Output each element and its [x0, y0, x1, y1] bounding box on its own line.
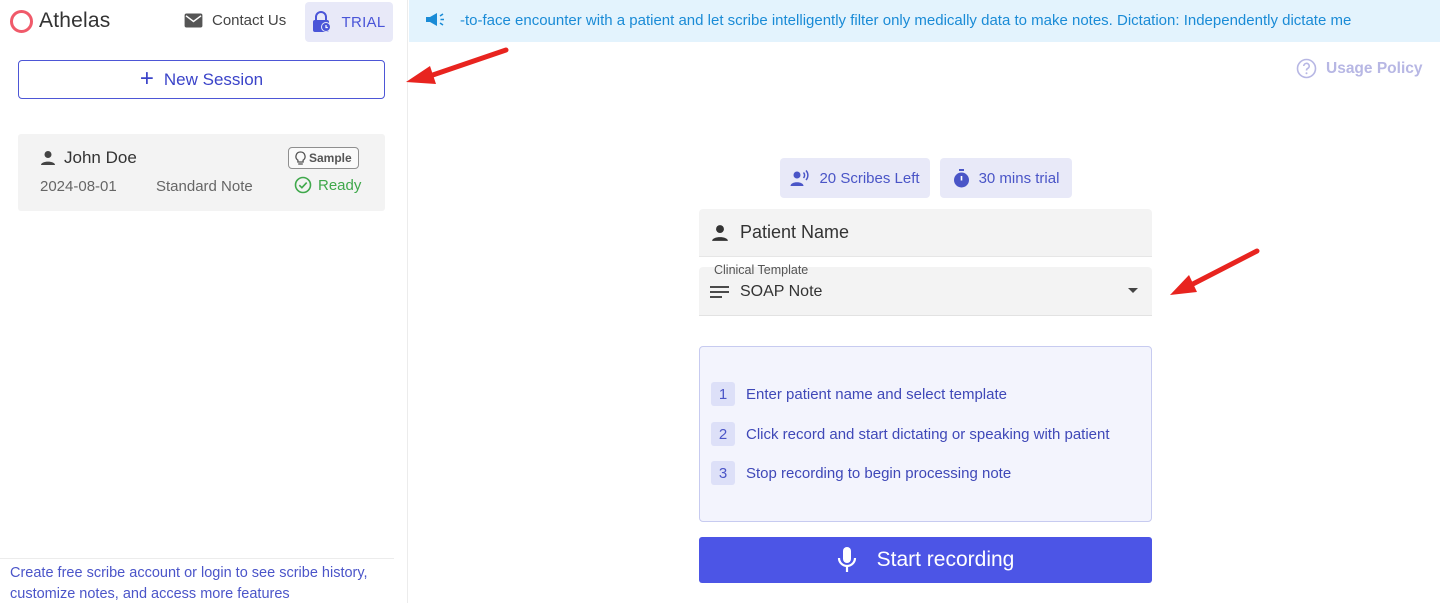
brand-name: Athelas [39, 9, 111, 32]
clinical-template-value-row: SOAP Note [710, 283, 822, 301]
sidebar: Athelas Contact Us TRIAL + New Session J… [0, 0, 408, 603]
megaphone-icon [426, 13, 444, 26]
banner-text: -to-face encounter with a patient and le… [460, 12, 1352, 29]
start-recording-label: Start recording [876, 548, 1015, 571]
trial-time-label: 30 mins trial [978, 169, 1060, 187]
session-status-label: Ready [318, 176, 362, 194]
instruction-step: 1 Enter patient name and select template [711, 382, 1007, 406]
new-session-button[interactable]: + New Session [18, 60, 385, 99]
footer-line-1: Create free scribe account or login to s… [10, 565, 368, 581]
start-recording-button[interactable]: Start recording [699, 537, 1152, 583]
brand-logo[interactable]: Athelas [10, 9, 110, 33]
plus-icon: + [139, 64, 154, 92]
clinical-template-value: SOAP Note [740, 283, 823, 300]
scribes-left-chip: 20 Scribes Left [780, 158, 930, 198]
announcement-banner: -to-face encounter with a patient and le… [409, 0, 1440, 42]
stopwatch-icon [953, 168, 969, 187]
step-number: 2 [711, 422, 735, 446]
athelas-logo-icon [10, 9, 33, 33]
chevron-down-icon[interactable] [1128, 288, 1138, 293]
sample-badge-label: Sample [309, 151, 352, 165]
scribes-left-label: 20 Scribes Left [819, 169, 920, 187]
sample-badge: Sample [288, 147, 359, 169]
clinical-template-select[interactable]: Clinical Template SOAP Note [699, 263, 1152, 316]
lightbulb-icon [295, 150, 306, 165]
session-patient-name: John Doe [64, 148, 137, 167]
instruction-step: 2 Click record and start dictating or sp… [711, 422, 1110, 446]
session-card[interactable]: John Doe Sample 2024-08-01 Standard Note… [18, 134, 385, 211]
patient-name-input[interactable] [740, 222, 1120, 243]
contact-us-link[interactable]: Contact Us [184, 12, 286, 29]
voice-person-icon [790, 169, 809, 186]
instruction-step: 3 Stop recording to begin processing not… [711, 461, 1011, 485]
annotation-arrow-icon [406, 47, 509, 84]
mail-icon [184, 13, 203, 28]
trial-time-chip: 30 mins trial [940, 158, 1072, 198]
person-icon [712, 224, 728, 241]
step-text: Click record and start dictating or spea… [746, 425, 1110, 443]
trial-label: TRIAL [341, 13, 386, 31]
session-date: 2024-08-01 [40, 178, 117, 195]
step-text: Stop recording to begin processing note [746, 464, 1012, 482]
patient-name-field[interactable] [699, 209, 1152, 257]
trial-badge[interactable]: TRIAL [305, 2, 393, 42]
annotation-arrow-icon [1170, 248, 1260, 295]
help-circle-icon [1296, 58, 1317, 79]
usage-policy-label: Usage Policy [1326, 59, 1423, 77]
microphone-icon [837, 547, 856, 572]
session-note-type: Standard Note [156, 178, 253, 195]
sidebar-footer-note[interactable]: Create free scribe account or login to s… [0, 558, 394, 603]
contact-us-label: Contact Us [212, 12, 287, 29]
clinical-template-label: Clinical Template [714, 263, 809, 277]
step-text: Enter patient name and select template [746, 385, 1007, 403]
lock-clock-icon [313, 11, 332, 32]
step-number: 3 [711, 461, 735, 485]
footer-line-2: customize notes, and access more feature… [10, 586, 290, 602]
step-number: 1 [711, 382, 735, 406]
session-status: Ready [294, 176, 361, 194]
usage-policy-link[interactable]: Usage Policy [1296, 58, 1423, 79]
person-icon [41, 151, 55, 165]
session-patient: John Doe [40, 148, 137, 168]
lines-icon [710, 286, 729, 298]
check-circle-icon [294, 176, 312, 194]
instructions-panel: 1 Enter patient name and select template… [699, 346, 1152, 522]
new-session-label: New Session [163, 69, 264, 89]
